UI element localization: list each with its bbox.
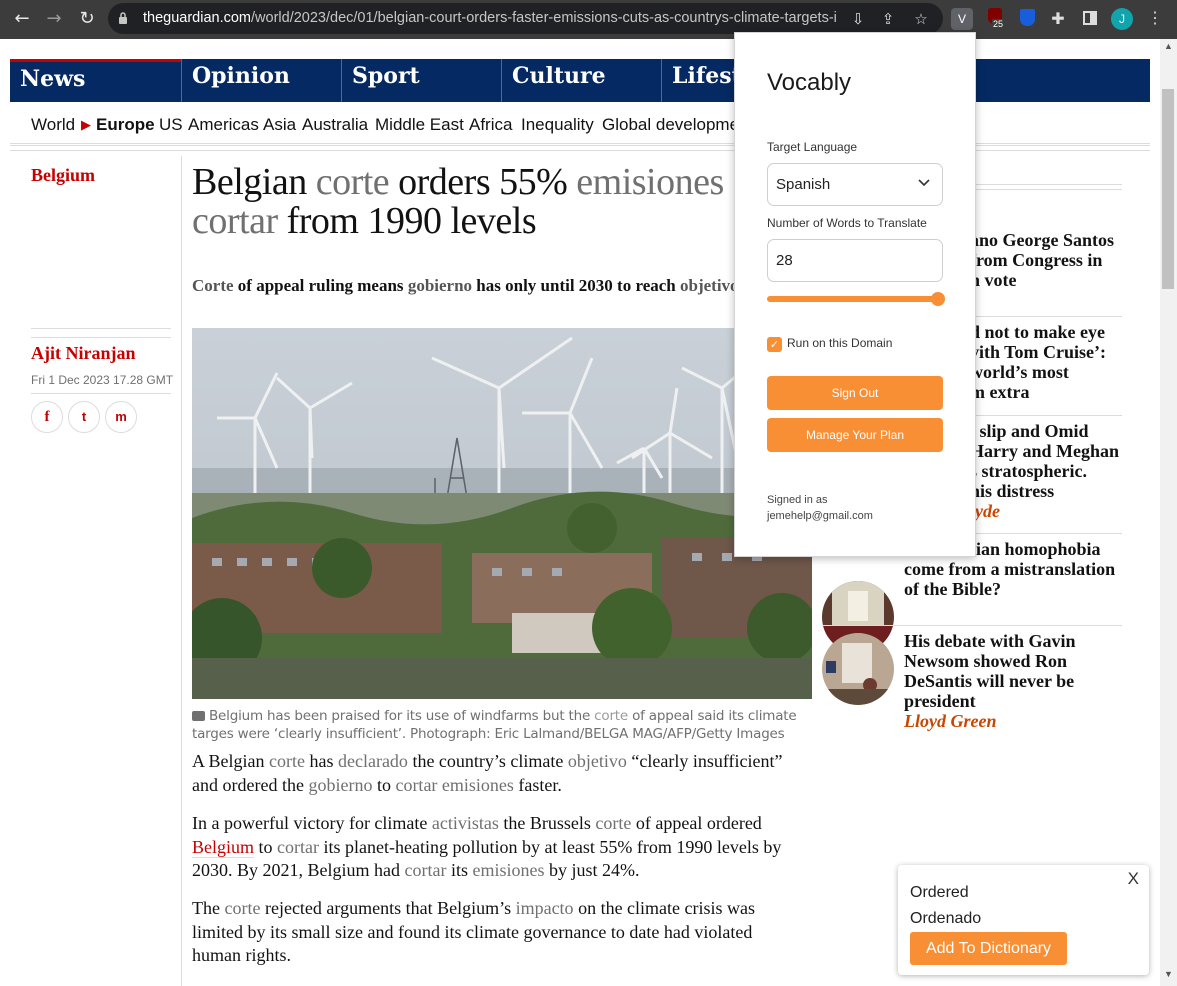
sidebar-item-3[interactable]: l slip and Omid Harry and Meghan s stratos… xyxy=(970,421,1130,521)
sidebar-item-2[interactable]: d not to make eye vith Tom Cruise’: world’… xyxy=(970,322,1130,402)
email-share-icon[interactable]: m xyxy=(105,401,137,433)
signed-in-label: Signed in as xyxy=(767,494,828,506)
add-to-dictionary-button[interactable]: Add To Dictionary xyxy=(910,932,1067,965)
chevron-down-icon xyxy=(918,179,930,187)
column-divider xyxy=(181,156,182,986)
subnav-europe[interactable]: Europe xyxy=(96,115,155,135)
subnav-americas[interactable]: Americas xyxy=(188,115,259,135)
reload-icon[interactable]: ↻ xyxy=(75,8,99,30)
guardian-page: News Opinion Sport Culture Lifesty World… xyxy=(0,39,1160,986)
divider xyxy=(31,393,171,394)
paragraph-3: The corte rejected arguments that Belgiu… xyxy=(192,898,756,965)
target-language-select[interactable]: Spanish xyxy=(767,163,943,206)
sign-out-button[interactable]: Sign Out xyxy=(767,376,943,410)
divider xyxy=(822,625,1122,626)
divider xyxy=(31,328,171,338)
divider xyxy=(10,145,1150,151)
twitter-share-icon[interactable]: t xyxy=(68,401,100,433)
manage-plan-button[interactable]: Manage Your Plan xyxy=(767,418,943,452)
pillar-culture[interactable]: Culture xyxy=(501,59,661,102)
side-panel-icon[interactable] xyxy=(1080,8,1102,30)
bitwarden-icon[interactable] xyxy=(1017,8,1039,30)
vocably-extension-icon[interactable]: V xyxy=(951,8,973,30)
lock-icon[interactable] xyxy=(118,11,128,25)
extensions-puzzle-icon[interactable]: ✚ xyxy=(1047,8,1069,30)
pillar-news[interactable]: News xyxy=(10,59,181,102)
subnav-global-development[interactable]: Global developmen xyxy=(602,115,748,135)
subnav-africa[interactable]: Africa xyxy=(469,115,512,135)
run-on-domain-checkbox[interactable]: ✓ xyxy=(767,337,782,352)
section-kicker[interactable]: Belgium xyxy=(31,165,95,186)
bookmark-star-icon[interactable]: ☆ xyxy=(911,9,931,29)
translated-word: Ordenado xyxy=(910,910,982,927)
install-icon[interactable]: ⇩ xyxy=(848,9,868,29)
camera-icon xyxy=(192,711,205,721)
paragraph-2: In a powerful victory for climate activi… xyxy=(192,813,782,880)
popup-title: Vocably xyxy=(767,69,852,96)
subnav-australia[interactable]: Australia xyxy=(302,115,368,135)
belgium-link[interactable]: Belgium xyxy=(192,836,254,858)
photo-caption: Belgium has been praised for its use of … xyxy=(192,708,797,742)
scrollbar-thumb[interactable] xyxy=(1162,89,1174,289)
close-icon[interactable]: X xyxy=(1128,869,1139,889)
browser-toolbar: ← → ↻ theguardian.com/world/2023/dec/01/… xyxy=(0,0,1177,39)
pillar-sport[interactable]: Sport xyxy=(341,59,501,102)
words-count-label: Number of Words to Translate xyxy=(767,216,927,230)
address-bar[interactable]: theguardian.com/world/2023/dec/01/belgia… xyxy=(108,3,943,34)
triangle-icon: ▶ xyxy=(81,117,91,132)
scroll-up-icon[interactable]: ▲ xyxy=(1164,41,1173,51)
subnav-asia[interactable]: Asia xyxy=(263,115,296,135)
signed-in-email: jemehelp@gmail.com xyxy=(767,510,873,522)
standfirst: Corte of appeal ruling means gobierno ha… xyxy=(192,276,739,295)
article-photo xyxy=(192,328,812,699)
target-language-label: Target Language xyxy=(767,140,858,154)
forward-icon[interactable]: → xyxy=(42,8,66,30)
paragraph-1: A Belgian corte has declarado the countr… xyxy=(192,751,783,795)
subnav-world[interactable]: World xyxy=(31,115,75,135)
subnav-middle-east[interactable]: Middle East xyxy=(375,115,464,135)
scroll-down-icon[interactable]: ▼ xyxy=(1164,969,1173,979)
profile-avatar[interactable]: J xyxy=(1111,8,1133,30)
subnav-us[interactable]: US xyxy=(159,115,183,135)
slider-handle[interactable] xyxy=(931,292,945,306)
page-scrollbar[interactable]: ▲ ▼ xyxy=(1160,39,1177,986)
pillar-opinion[interactable]: Opinion xyxy=(181,59,341,102)
back-icon[interactable]: ← xyxy=(10,8,34,30)
vocably-popup: Vocably Target Language Spanish Number o… xyxy=(734,32,976,557)
ublock-extension-icon[interactable]: 25 xyxy=(985,8,1009,30)
url-text[interactable]: theguardian.com/world/2023/dec/01/belgia… xyxy=(143,10,838,26)
menu-kebab-icon[interactable]: ⋮ xyxy=(1144,8,1166,30)
sidebar-item-1[interactable]: ano George Santos from Congress in n vote xyxy=(970,230,1130,290)
share-icon[interactable]: ⇪ xyxy=(878,9,898,29)
translation-tooltip: X Ordered Ordenado Add To Dictionary xyxy=(898,865,1149,975)
run-on-domain-label: Run on this Domain xyxy=(787,336,893,350)
sidebar-thumbnail[interactable] xyxy=(822,633,894,705)
subnav-inequality[interactable]: Inequality xyxy=(521,115,594,135)
original-word: Ordered xyxy=(910,884,969,901)
words-count-input[interactable]: 28 xyxy=(767,239,943,282)
sub-nav: World ▶ Europe US Americas Asia Australi… xyxy=(10,102,1150,144)
author-byline[interactable]: Ajit Niranjan xyxy=(31,343,136,364)
pillar-nav: News Opinion Sport Culture Lifesty xyxy=(10,59,1150,102)
words-count-slider[interactable] xyxy=(767,292,945,306)
facebook-share-icon[interactable]: f xyxy=(31,401,63,433)
publish-date: Fri 1 Dec 2023 17.28 GMT xyxy=(31,373,174,387)
headline: Belgian corte orders 55% emisiones corta… xyxy=(192,161,724,242)
sidebar-item-5[interactable]: His debate with Gavin Newsom showed Ron De… xyxy=(904,631,1124,731)
